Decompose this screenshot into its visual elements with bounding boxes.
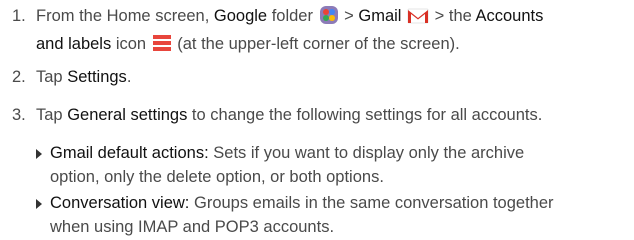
step-number: 2. <box>12 68 26 86</box>
step-number: 1. <box>12 7 26 25</box>
keyword-settings: Settings <box>67 68 127 86</box>
bullet-arrow-icon <box>36 149 42 159</box>
bullet-term: Conversation view: <box>50 194 190 212</box>
keyword-general-settings: General settings <box>67 106 188 124</box>
bullet-term: Gmail default actions: <box>50 144 209 162</box>
step-1: 1. From the Home screen, Google folder >… <box>12 4 626 60</box>
instruction-document: 1. From the Home screen, Google folder >… <box>0 0 634 240</box>
keyword-google: Google <box>213 7 268 25</box>
bullet-gmail-default-actions: Gmail default actions: Sets if you want … <box>36 141 626 189</box>
step-text: Tap Settings. <box>36 68 132 86</box>
keyword-accounts: Accounts <box>475 7 544 25</box>
bullet-conversation-view: Conversation view: Groups emails in the … <box>36 191 626 239</box>
step-text: Tap General settings to change the follo… <box>36 106 543 124</box>
bullet-text: Conversation view: Groups emails in the … <box>50 194 554 236</box>
step-number: 3. <box>12 106 26 124</box>
keyword-and-labels: and labels <box>36 35 112 53</box>
step-3: 3. Tap General settings to change the fo… <box>12 103 626 127</box>
step-text: From the Home screen, Google folder > Gm… <box>36 4 626 60</box>
menu-icon <box>151 33 172 60</box>
google-folder-icon <box>319 5 339 32</box>
keyword-gmail: Gmail <box>358 7 402 25</box>
bullet-text: Gmail default actions: Sets if you want … <box>50 144 525 186</box>
gmail-icon <box>407 7 429 32</box>
bullet-arrow-icon <box>36 199 42 209</box>
step-2: 2. Tap Settings. <box>12 65 626 89</box>
